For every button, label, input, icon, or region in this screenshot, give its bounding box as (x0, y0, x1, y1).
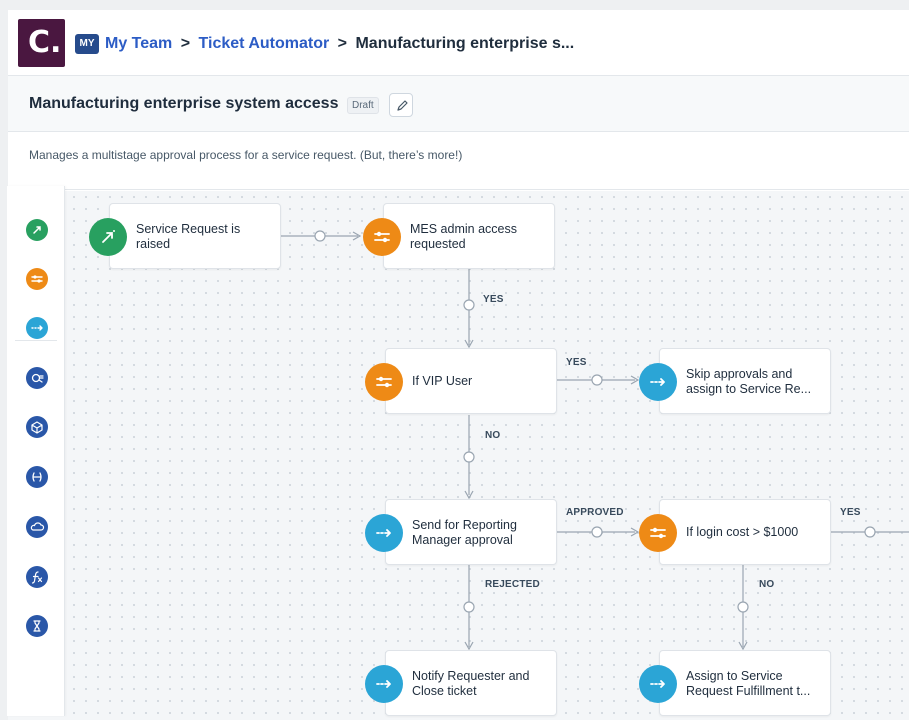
node-label: Service Request is raised (136, 222, 241, 251)
edge-handle (591, 526, 603, 538)
edge-handle (591, 374, 603, 386)
webhook-icon[interactable] (26, 466, 48, 488)
workflow-node-assign-action[interactable]: Assign to Service Request Fulfillment t.… (639, 650, 831, 716)
workflow-node-skip-action[interactable]: Skip approvals and assign to Service Re.… (639, 348, 831, 414)
palette-divider (15, 340, 57, 341)
workflow-node-approval-action[interactable]: Send for Reporting Manager approval (365, 499, 557, 565)
expression-icon[interactable] (26, 566, 48, 588)
condition-icon (363, 218, 401, 256)
edge-handle (463, 601, 475, 613)
event-icon (89, 218, 127, 256)
app-window: C. MY My Team > Ticket Automator > Manuf… (8, 10, 909, 720)
condition-icon (365, 363, 403, 401)
edge-label-no: NO (485, 430, 501, 441)
edge-handle (737, 601, 749, 613)
edge-label-approved: APPROVED (566, 507, 624, 518)
workflow-node-mes-condition[interactable]: MES admin access requested (363, 203, 555, 269)
query-icon[interactable] (26, 367, 48, 389)
condition-icon[interactable] (26, 268, 48, 290)
edge-label-rejected: REJECTED (485, 579, 540, 590)
node-label: MES admin access requested (410, 222, 517, 251)
edge-label-yes: YES (840, 507, 861, 518)
app-icon[interactable] (26, 416, 48, 438)
action-icon[interactable] (26, 317, 48, 339)
edge-label-no: NO (759, 579, 775, 590)
workflow-node-vip-condition[interactable]: If VIP User (365, 348, 557, 414)
action-icon (639, 665, 677, 703)
screen: C. MY My Team > Ticket Automator > Manuf… (0, 0, 909, 720)
node-label: Assign to Service Request Fulfillment t.… (686, 669, 811, 698)
node-label: Notify Requester and Close ticket (412, 669, 530, 698)
action-icon (365, 514, 403, 552)
workflow-node-cost-condition[interactable]: If login cost > $1000 (639, 499, 831, 565)
edge-handle (864, 526, 876, 538)
edge-handle (314, 230, 326, 242)
action-icon (365, 665, 403, 703)
node-palette (7, 186, 65, 716)
edge-label-yes: YES (483, 294, 504, 305)
node-label: If VIP User (412, 374, 473, 388)
edge-label-yes: YES (566, 357, 587, 368)
workflow-node-notify-action[interactable]: Notify Requester and Close ticket (365, 650, 557, 716)
action-icon (639, 363, 677, 401)
workflow-node-event[interactable]: Service Request is raised (89, 203, 281, 269)
edge-handle (463, 299, 475, 311)
event-icon[interactable] (26, 219, 48, 241)
node-label: Skip approvals and assign to Service Re.… (686, 367, 812, 396)
condition-icon (639, 514, 677, 552)
edge-handle (463, 451, 475, 463)
node-label: Send for Reporting Manager approval (412, 518, 517, 547)
cloud-icon[interactable] (26, 516, 48, 538)
node-label: If login cost > $1000 (686, 525, 799, 539)
timer-icon[interactable] (26, 615, 48, 637)
